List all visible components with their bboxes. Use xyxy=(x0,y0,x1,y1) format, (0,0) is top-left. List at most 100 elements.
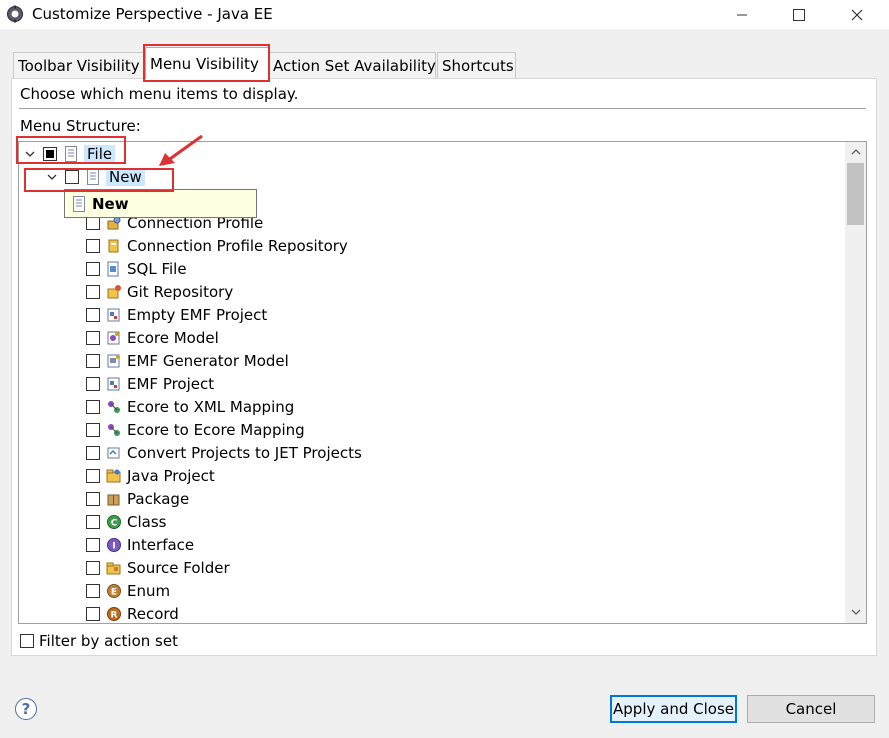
item-checkbox[interactable] xyxy=(86,423,100,437)
scrollbar-thumb[interactable] xyxy=(847,163,864,225)
cancel-button[interactable]: Cancel xyxy=(747,695,875,723)
filter-checkbox[interactable] xyxy=(20,634,34,648)
svg-text:R: R xyxy=(111,611,118,621)
class-icon: C xyxy=(106,514,122,530)
tree-item[interactable]: E Enum xyxy=(86,580,170,602)
item-label: Empty EMF Project xyxy=(127,306,268,324)
item-checkbox[interactable] xyxy=(86,561,100,575)
item-checkbox[interactable] xyxy=(86,400,100,414)
item-label: Source Folder xyxy=(127,559,230,577)
tree-item[interactable]: Java Project xyxy=(86,465,215,487)
tree-item[interactable]: Ecore Model xyxy=(86,327,219,349)
item-checkbox[interactable] xyxy=(86,515,100,529)
tree-item[interactable]: EMF Project xyxy=(86,373,214,395)
tab-action-set-availability[interactable]: Action Set Availability xyxy=(268,52,436,78)
item-label: EMF Generator Model xyxy=(127,352,289,370)
package-icon xyxy=(106,491,122,507)
annotation-box-file xyxy=(16,136,126,164)
item-checkbox[interactable] xyxy=(86,584,100,598)
item-label: Enum xyxy=(127,582,171,600)
item-label: Ecore to XML Mapping xyxy=(127,398,295,416)
maximize-button[interactable] xyxy=(776,0,822,29)
svg-text:E: E xyxy=(111,588,117,598)
emf-project-icon xyxy=(106,376,122,392)
maximize-icon xyxy=(793,8,805,21)
interface-icon: I xyxy=(106,537,122,553)
item-checkbox[interactable] xyxy=(86,607,100,621)
tree-item[interactable]: Package xyxy=(86,488,189,510)
emf-generator-icon xyxy=(106,353,122,369)
item-label: Java Project xyxy=(127,467,215,485)
item-checkbox[interactable] xyxy=(86,538,100,552)
item-checkbox[interactable] xyxy=(86,239,100,253)
profile-repository-icon xyxy=(106,238,122,254)
annotation-box-new xyxy=(24,168,174,192)
item-checkbox[interactable] xyxy=(86,377,100,391)
item-checkbox[interactable] xyxy=(86,216,100,230)
help-icon[interactable]: ? xyxy=(15,698,37,720)
tree-item[interactable]: C Class xyxy=(86,511,166,533)
minimize-button[interactable] xyxy=(719,0,765,29)
ecore-model-icon xyxy=(106,330,122,346)
tree-item[interactable]: Connection Profile Repository xyxy=(86,235,348,257)
filter-by-action-set[interactable]: Filter by action set xyxy=(20,631,178,651)
minimize-icon xyxy=(737,14,747,15)
annotation-box-tab xyxy=(143,44,270,82)
mapping-icon xyxy=(106,422,122,438)
item-checkbox[interactable] xyxy=(86,285,100,299)
item-checkbox[interactable] xyxy=(86,492,100,506)
item-label: Ecore to Ecore Mapping xyxy=(127,421,305,439)
window-title: Customize Perspective - Java EE xyxy=(32,5,273,23)
menu-icon xyxy=(71,195,87,212)
tab-label: Shortcuts xyxy=(442,56,514,75)
tree-item[interactable]: I Interface xyxy=(86,534,194,556)
apply-and-close-button[interactable]: Apply and Close xyxy=(610,695,737,723)
tab-shortcuts[interactable]: Shortcuts xyxy=(437,52,516,78)
tree-item[interactable]: EMF Generator Model xyxy=(86,350,289,372)
jet-convert-icon xyxy=(106,445,122,461)
item-label: Convert Projects to JET Projects xyxy=(127,444,362,462)
eclipse-perspective-icon xyxy=(6,5,24,23)
tree-item[interactable]: R Record xyxy=(86,603,179,623)
tree-item[interactable]: Empty EMF Project xyxy=(86,304,267,326)
item-label: EMF Project xyxy=(127,375,215,393)
tab-toolbar-visibility[interactable]: Toolbar Visibility xyxy=(13,52,145,78)
item-label: SQL File xyxy=(127,260,187,278)
source-folder-icon xyxy=(106,560,122,576)
item-checkbox[interactable] xyxy=(86,354,100,368)
tree-item[interactable]: Source Folder xyxy=(86,557,230,579)
item-checkbox[interactable] xyxy=(86,308,100,322)
separator xyxy=(19,108,866,109)
item-checkbox[interactable] xyxy=(86,446,100,460)
item-label: Connection Profile Repository xyxy=(127,237,348,255)
scroll-up-icon[interactable] xyxy=(847,145,864,159)
close-button[interactable] xyxy=(834,0,880,29)
item-checkbox[interactable] xyxy=(86,331,100,345)
tree-item[interactable]: SQL File xyxy=(86,258,187,280)
tab-label: Action Set Availability xyxy=(273,56,436,75)
item-checkbox[interactable] xyxy=(86,262,100,276)
git-repository-icon xyxy=(106,284,122,300)
item-checkbox[interactable] xyxy=(86,469,100,483)
enum-icon: E xyxy=(106,583,122,599)
tooltip: New xyxy=(64,189,257,218)
filter-label: Filter by action set xyxy=(39,632,178,650)
menu-structure-label: Menu Structure: xyxy=(20,117,141,135)
svg-text:I: I xyxy=(112,542,115,552)
tree-item[interactable]: Ecore to XML Mapping xyxy=(86,396,294,418)
tree-item[interactable]: Git Repository xyxy=(86,281,233,303)
tooltip-text: New xyxy=(92,194,129,213)
tree-item[interactable]: Convert Projects to JET Projects xyxy=(86,442,362,464)
tab-label: Toolbar Visibility xyxy=(18,56,140,75)
emf-project-icon xyxy=(106,307,122,323)
scroll-down-icon[interactable] xyxy=(847,605,864,619)
close-icon xyxy=(851,9,863,20)
record-icon: R xyxy=(106,606,122,622)
item-label: Interface xyxy=(127,536,195,554)
svg-text:C: C xyxy=(111,519,118,529)
instruction-text: Choose which menu items to display. xyxy=(20,85,299,103)
tree-item[interactable]: Ecore to Ecore Mapping xyxy=(86,419,305,441)
item-label: Record xyxy=(127,605,179,623)
item-label: Class xyxy=(127,513,167,531)
item-label: Ecore Model xyxy=(127,329,219,347)
